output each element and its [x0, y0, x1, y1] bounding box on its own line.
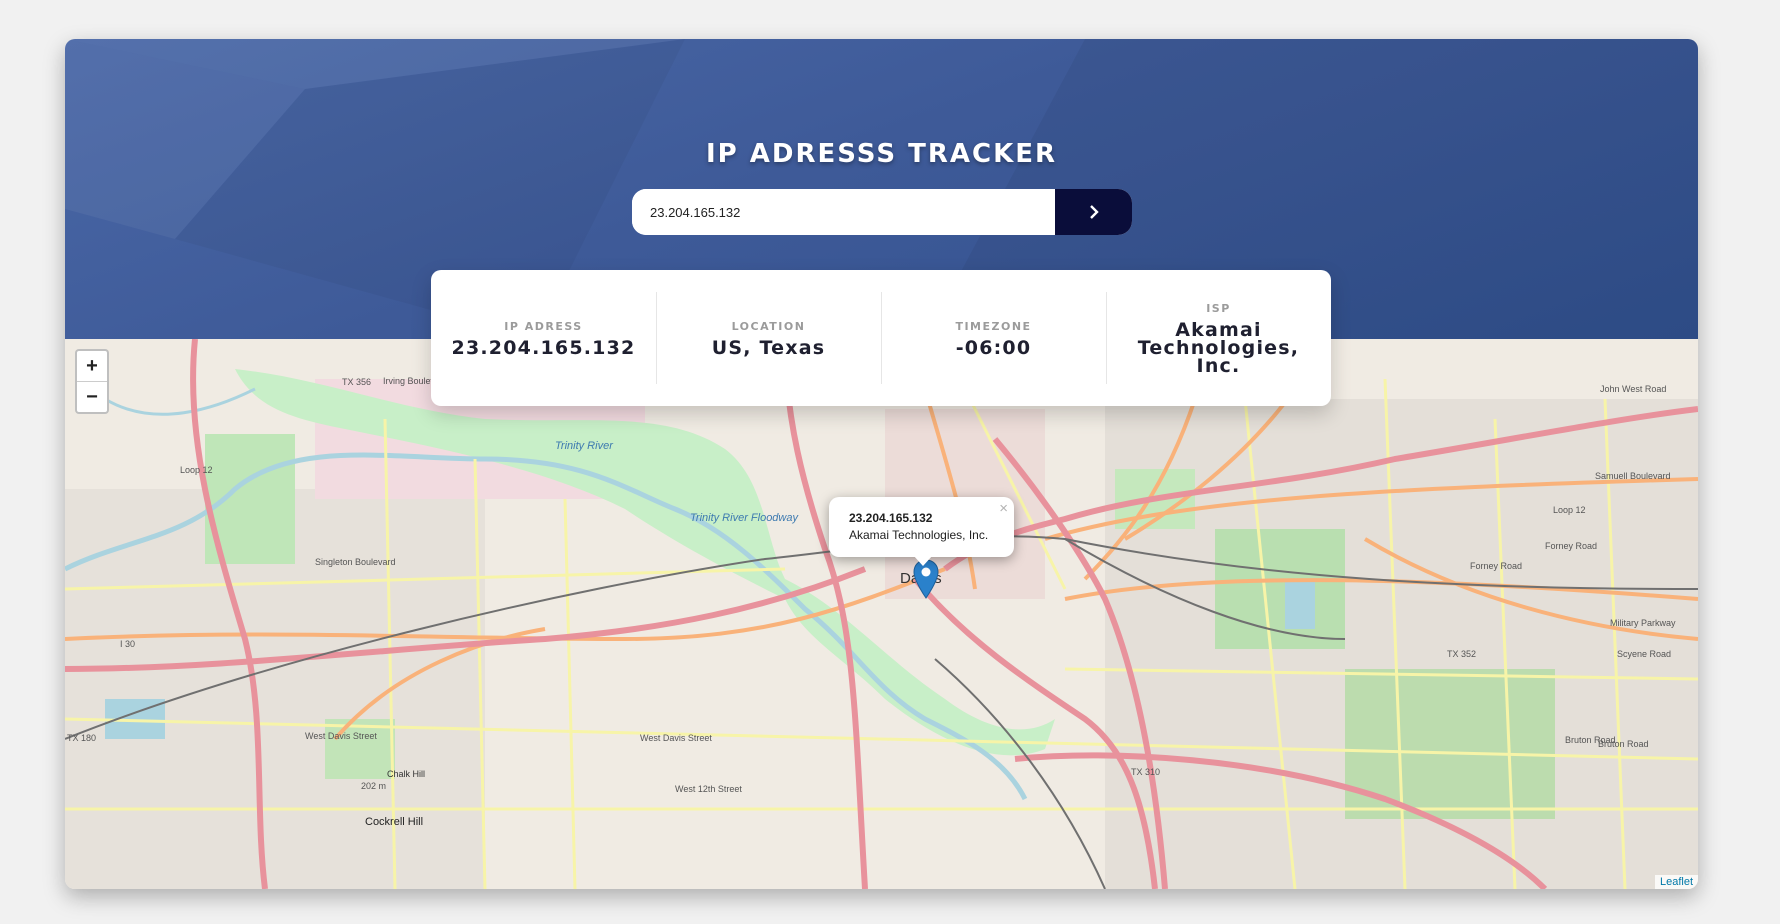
zoom-control: + − [75, 349, 109, 414]
popup-close-button[interactable]: × [999, 500, 1008, 517]
map-label-street: Forney Road [1470, 561, 1522, 571]
chevron-right-icon [1089, 205, 1099, 219]
info-value: 23.204.165.132 [451, 336, 636, 359]
zoom-in-button[interactable]: + [77, 351, 107, 381]
map[interactable]: Trinity River Trinity River Floodway Sin… [65, 339, 1698, 889]
map-label-street: West 12th Street [675, 784, 742, 794]
search-bar [632, 189, 1132, 235]
map-label-street: Scyene Road [1617, 649, 1671, 659]
map-label-street: Samuell Boulevard [1595, 471, 1671, 481]
info-value: US, Texas [711, 336, 826, 359]
info-ip-address: IP ADRESS 23.204.165.132 [431, 270, 656, 406]
map-label-street: Forney Road [1545, 541, 1597, 551]
map-popup: × 23.204.165.132 Akamai Technologies, In… [829, 497, 1014, 566]
info-value: -06:00 [955, 336, 1032, 359]
map-label-street: West Davis Street [305, 731, 377, 741]
info-label: TIMEZONE [955, 319, 1032, 333]
info-label: ISP [1206, 301, 1231, 315]
map-label-elevation: 202 m [361, 781, 386, 791]
info-value: Akamai Technologies, Inc. [1137, 318, 1300, 377]
map-label-road: TX 352 [1447, 649, 1476, 659]
map-label-road: Loop 12 [1553, 505, 1586, 515]
map-label-road: TX 310 [1131, 767, 1160, 777]
info-card: IP ADRESS 23.204.165.132 LOCATION US, Te… [431, 270, 1331, 406]
map-label-street: West Davis Street [640, 733, 712, 743]
ip-search-input[interactable] [632, 189, 1055, 235]
map-attribution-link[interactable]: Leaflet [1654, 875, 1698, 889]
search-submit-button[interactable] [1055, 189, 1132, 235]
map-label-street: Military Parkway [1610, 618, 1676, 628]
info-isp: ISP Akamai Technologies, Inc. [1106, 270, 1331, 406]
info-timezone: TIMEZONE -06:00 [881, 270, 1106, 406]
app-frame: IP ADRESSS TRACKER IP ADRESS 23.204.165.… [65, 39, 1698, 889]
map-label-road: TX 180 [67, 733, 96, 743]
popup-ip: 23.204.165.132 [849, 511, 933, 525]
map-label-river: Trinity River [555, 440, 614, 452]
info-label: LOCATION [731, 319, 806, 333]
popup-tip [913, 555, 933, 566]
map-label-street: Singleton Boulevard [315, 557, 396, 567]
map-label-road: TX 356 [342, 377, 371, 387]
map-label-place: Cockrell Hill [365, 816, 423, 828]
info-location: LOCATION US, Texas [656, 270, 881, 406]
map-label-street: Bruton Road [1565, 735, 1616, 745]
map-label-road: Loop 12 [180, 465, 213, 475]
info-label: IP ADRESS [504, 319, 583, 333]
map-label-floodway: Trinity River Floodway [690, 512, 799, 524]
map-tiles[interactable]: Trinity River Trinity River Floodway Sin… [65, 339, 1698, 889]
map-label-place: Chalk Hill [387, 769, 425, 779]
map-label-street: John West Road [1600, 384, 1666, 394]
zoom-out-button[interactable]: − [77, 381, 107, 412]
page-title: IP ADRESSS TRACKER [705, 139, 1058, 169]
map-label-road: I 30 [120, 639, 135, 649]
popup-isp: Akamai Technologies, Inc. [849, 528, 989, 542]
